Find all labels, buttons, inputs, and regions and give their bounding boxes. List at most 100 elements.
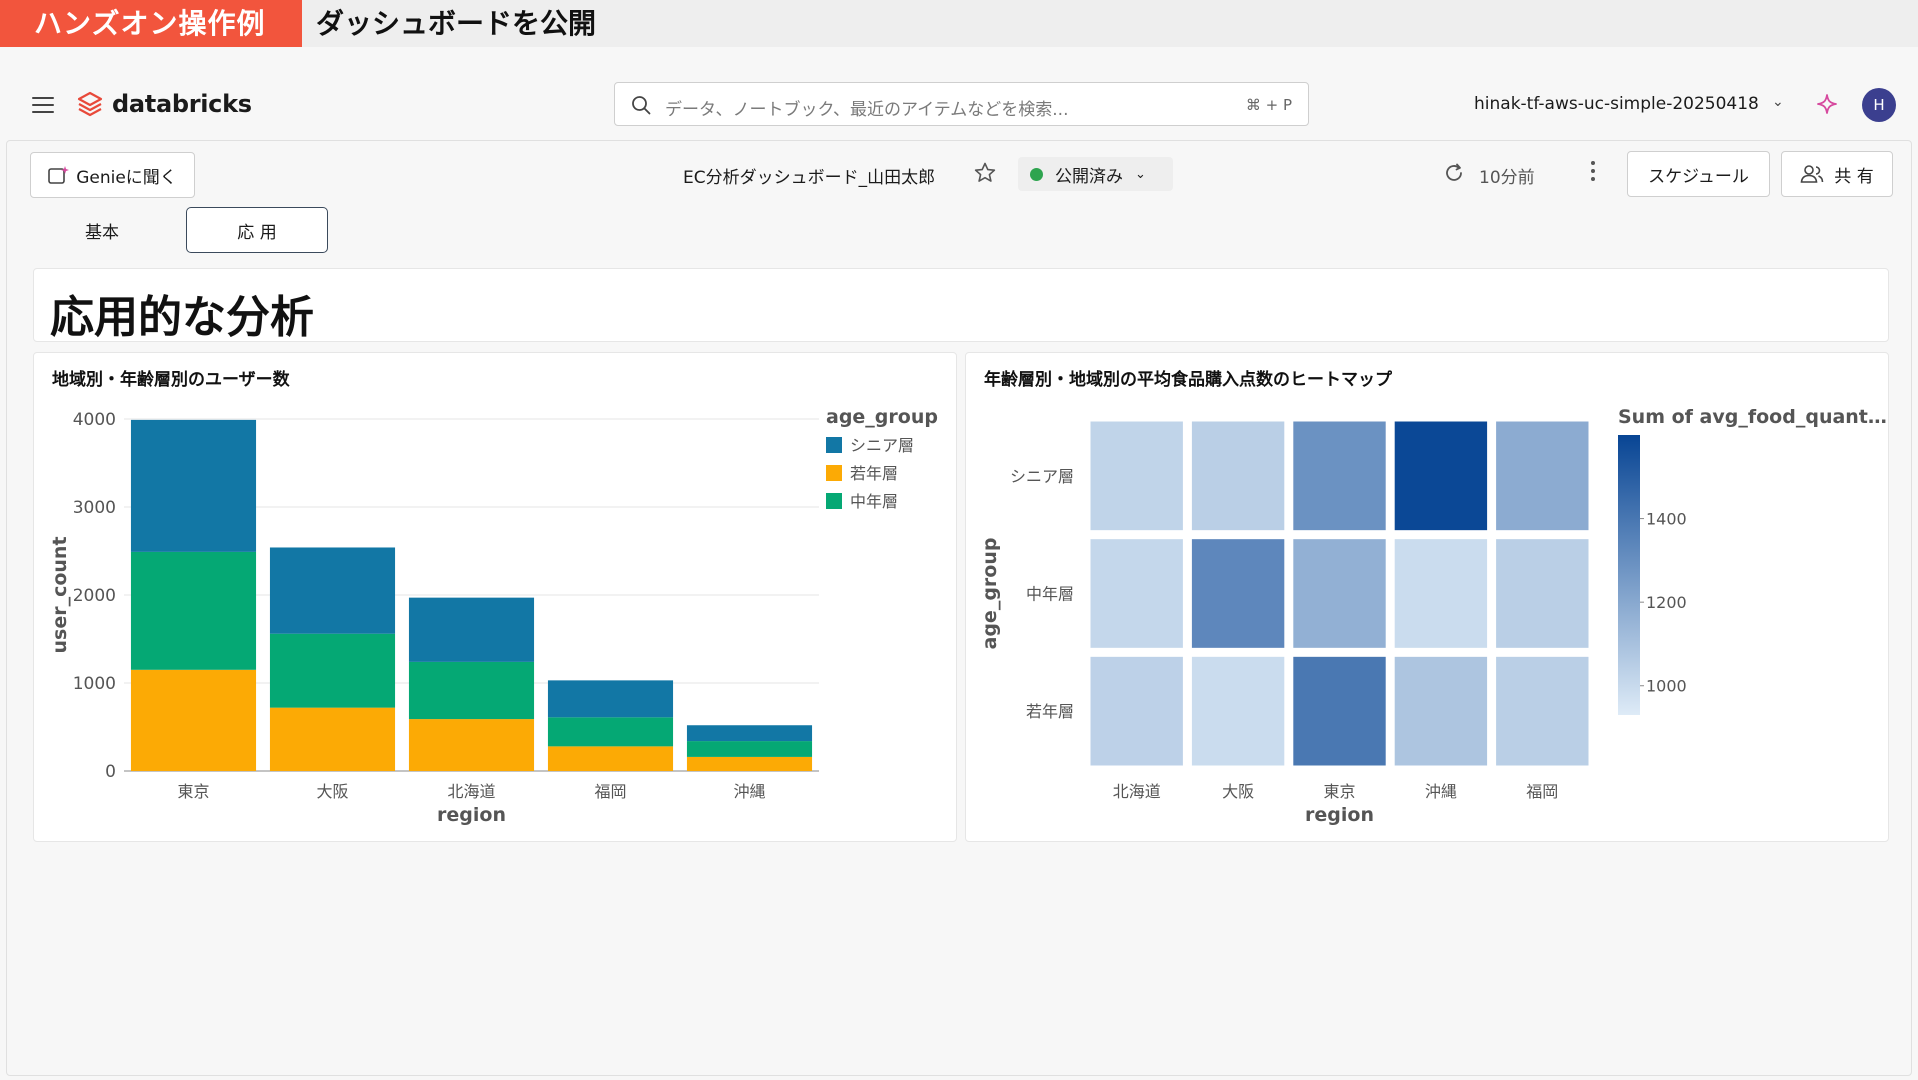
y-tick-label: シニア層 (1010, 467, 1074, 486)
bar-segment[interactable] (547, 746, 674, 771)
heatmap-cell[interactable] (1496, 539, 1589, 648)
heatmap-cell[interactable] (1394, 421, 1488, 531)
publish-status-label: 公開済み (1055, 166, 1123, 187)
banner-tag: ハンズオン操作例 (0, 0, 302, 47)
legend-label: 若年層 (850, 464, 898, 483)
y-tick-label: 0 (105, 762, 116, 782)
y-axis-label: user_count (49, 536, 71, 653)
tab-basic[interactable]: 基本 (37, 207, 167, 253)
colorbar-tick-label: 1000 (1646, 677, 1687, 696)
colorbar (1618, 435, 1640, 715)
heatmap-cell[interactable] (1090, 421, 1183, 531)
bar-segment[interactable] (408, 719, 535, 771)
search-placeholder: データ、ノートブック、最近のアイテムなどを検索... (665, 100, 1069, 120)
share-button[interactable]: 共 有 (1781, 151, 1893, 197)
page-title: 応用的な分析 (50, 292, 314, 343)
page-title-card: 応用的な分析 (33, 268, 1889, 343)
legend-label: 中年層 (850, 492, 898, 511)
x-axis-label: region (1305, 804, 1374, 826)
hamburger-menu-icon[interactable] (32, 97, 54, 113)
legend-swatch (826, 465, 842, 481)
bar-segment[interactable] (408, 661, 535, 720)
workspace-selector[interactable]: hinak-tf-aws-uc-simple-20250418 (1474, 94, 1759, 114)
top-navbar: databricks データ、ノートブック、最近のアイテムなどを検索... ⌘ … (0, 66, 1918, 142)
y-tick-label: 1000 (73, 674, 116, 694)
databricks-logo-icon (77, 91, 103, 117)
bar-segment[interactable] (269, 633, 396, 708)
x-tick-label: 東京 (1323, 782, 1355, 801)
bar-segment[interactable] (686, 725, 813, 742)
y-tick-label: 若年層 (1026, 702, 1074, 721)
dashboard-title[interactable]: EC分析ダッシュボード_山田太郎 (683, 163, 935, 188)
users-icon (1800, 165, 1824, 183)
heatmap-cell[interactable] (1394, 656, 1488, 766)
colorbar-title: Sum of avg_food_quant… (1618, 406, 1887, 428)
bar-segment[interactable] (547, 717, 674, 747)
banner-title: ダッシュボードを公開 (316, 7, 597, 40)
bar-segment[interactable] (408, 597, 535, 662)
bar-segment[interactable] (130, 669, 257, 771)
heatmap-cell[interactable] (1191, 539, 1285, 648)
heatmap-cell[interactable] (1496, 421, 1589, 531)
databricks-logo-text: databricks (112, 90, 252, 118)
sparkle-assistant-icon[interactable] (1816, 93, 1838, 115)
global-search-input[interactable]: データ、ノートブック、最近のアイテムなどを検索... ⌘ + P (614, 82, 1309, 126)
legend-swatch (826, 493, 842, 509)
heatmap-cell[interactable] (1496, 656, 1589, 766)
bar-segment[interactable] (130, 419, 257, 552)
ask-genie-button[interactable]: Genieに聞く (30, 152, 195, 198)
x-tick-label: 沖縄 (733, 782, 765, 801)
colorbar-tick-label: 1400 (1646, 510, 1687, 529)
last-refresh-time: 10分前 (1479, 168, 1535, 188)
published-status-dot (1030, 167, 1043, 181)
bar-segment[interactable] (686, 756, 813, 771)
legend-title: age_group (826, 406, 938, 428)
schedule-button[interactable]: スケジュール (1627, 151, 1770, 197)
x-tick-label: 大阪 (1222, 782, 1254, 801)
y-axis-label: age_group (979, 538, 1001, 650)
tutorial-banner: ハンズオン操作例 ダッシュボードを公開 (0, 0, 1918, 47)
heatmap-cell[interactable] (1293, 656, 1386, 766)
heatmap-chart: シニア層中年層若年層北海道 大阪 東京 沖縄 福岡 region age_group Sum … (979, 406, 1887, 826)
heatmap-cell[interactable] (1090, 539, 1183, 648)
heatmap-cell[interactable] (1394, 539, 1488, 648)
y-tick-label: 3000 (73, 498, 116, 518)
x-tick-label: 福岡 (594, 782, 626, 801)
bar-segment[interactable] (547, 680, 674, 718)
publish-status-dropdown[interactable]: 公開済み ⌄ (1018, 157, 1173, 191)
schedule-label: スケジュール (1648, 166, 1749, 187)
refresh-icon[interactable] (1443, 162, 1465, 184)
stacked-bar-chart: 0 1000 2000 3000 4000 東京 大阪 北海道 福岡 沖縄 region user_c… (49, 406, 938, 826)
x-tick-label: 福岡 (1526, 782, 1558, 801)
y-tick-label: 中年層 (1026, 585, 1074, 604)
x-tick-label: 東京 (177, 782, 209, 801)
bar-segment[interactable] (130, 551, 257, 670)
bar-segment[interactable] (269, 707, 396, 771)
heatmap-chart-card[interactable]: 年齢層別・地域別の平均食品購入点数のヒートマップ シニア層 中年層 若年層 北海道 大阪… (965, 352, 1889, 842)
heatmap-cell[interactable] (1293, 421, 1386, 531)
dashboard-container: Genieに聞く EC分析ダッシュボード_山田太郎 公開済み ⌄ 10分前 スケ… (6, 140, 1912, 1076)
legend-label: シニア層 (850, 436, 914, 455)
legend-swatch (826, 437, 842, 453)
star-icon[interactable] (973, 161, 997, 185)
tab-advanced[interactable]: 応 用 (186, 207, 328, 253)
heatmap-cell[interactable] (1191, 656, 1285, 766)
x-tick-label: 大阪 (316, 782, 348, 801)
colorbar-tick-label: 1200 (1646, 593, 1687, 612)
ask-genie-label: Genieに聞く (76, 167, 177, 188)
chevron-down-icon[interactable]: ⌄ (1772, 94, 1784, 110)
y-tick-label: 4000 (73, 410, 116, 430)
bar-segment[interactable] (686, 741, 813, 757)
heatmap-cell[interactable] (1191, 421, 1285, 531)
heatmap-cell[interactable] (1293, 539, 1386, 648)
share-label: 共 有 (1834, 166, 1874, 187)
more-options-icon[interactable] (1591, 161, 1597, 183)
search-icon (632, 96, 651, 115)
user-avatar[interactable]: H (1862, 88, 1896, 122)
stacked-bar-chart-card[interactable]: 地域別・年齢層別のユーザー数 0 1000 2000 3000 4000 東京 大阪 北海道福… (33, 352, 957, 842)
heatmap-cell[interactable] (1090, 656, 1183, 766)
genie-icon (48, 166, 70, 184)
chevron-down-icon: ⌄ (1135, 166, 1146, 182)
x-tick-label: 沖縄 (1425, 782, 1457, 801)
bar-segment[interactable] (269, 547, 396, 634)
